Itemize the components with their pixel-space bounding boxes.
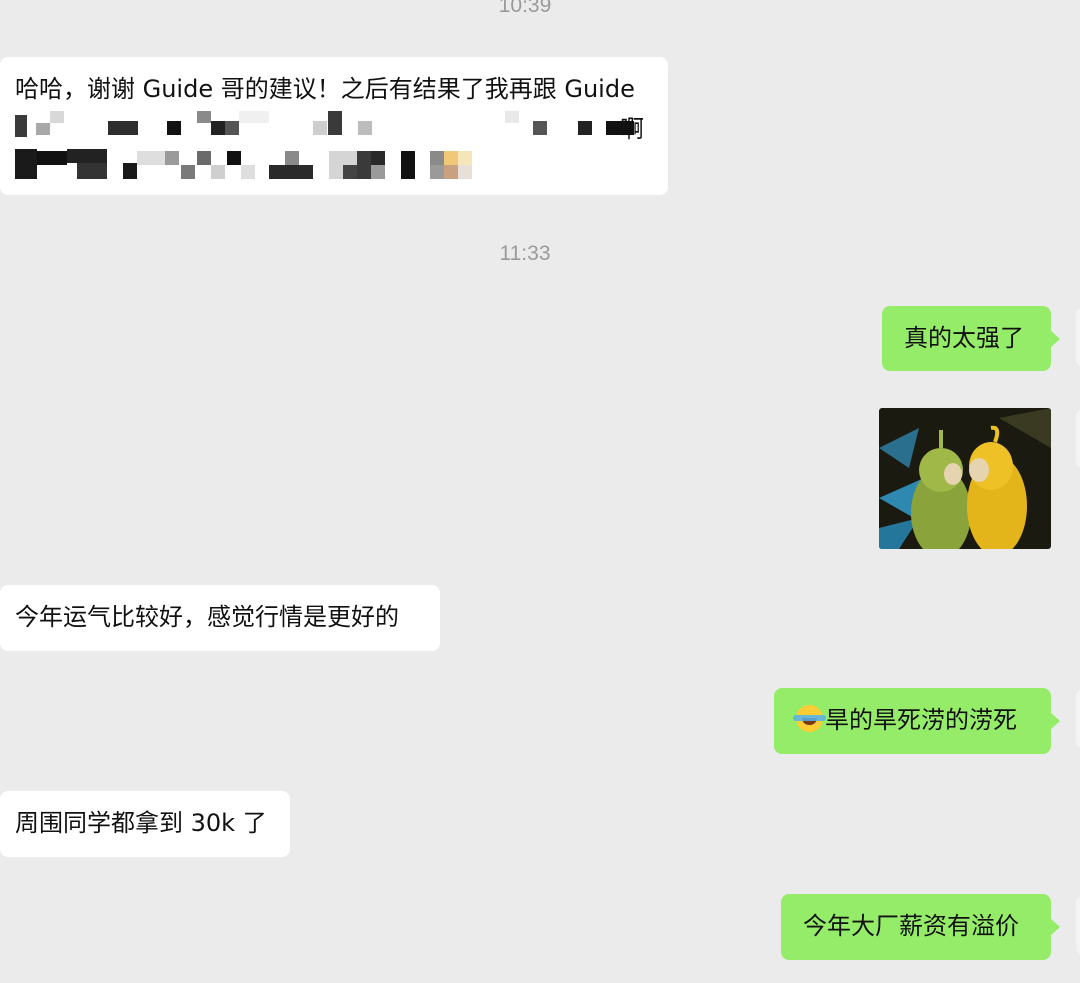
avatar[interactable]: [1076, 308, 1080, 366]
tears-of-joy-emoji: [793, 705, 826, 732]
pixelated-redaction: [0, 57, 668, 195]
message-bubble-sent[interactable]: 今年大厂薪资有溢价: [781, 894, 1060, 960]
avatar[interactable]: [1076, 410, 1080, 468]
message-text: 今年运气比较好，感觉行情是更好的: [15, 603, 399, 631]
avatar[interactable]: [1076, 896, 1080, 954]
message-text: 真的太强了: [904, 324, 1024, 352]
message-bubble-received[interactable]: 周围同学都拿到 30k 了: [0, 791, 290, 857]
message-bubble-received[interactable]: 今年运气比较好，感觉行情是更好的: [0, 585, 440, 651]
message-bubble-sent[interactable]: 真的太强了: [882, 306, 1060, 371]
message-text: 旱的旱死涝的涝死: [825, 706, 1017, 734]
message-bubble-received[interactable]: 哈哈，谢谢 Guide 哥的建议！之后有结果了我再跟 Guide 啊: [0, 57, 668, 195]
teletubbies-sticker[interactable]: [879, 408, 1051, 549]
timestamp: 11:33: [499, 242, 551, 265]
avatar[interactable]: [1076, 690, 1080, 748]
message-text: 今年大厂薪资有溢价: [803, 912, 1019, 940]
message-bubble-sent[interactable]: 旱的旱死涝的涝死: [774, 688, 1060, 754]
message-text: 周围同学都拿到 30k 了: [15, 809, 267, 837]
timestamp: 10:39: [498, 0, 552, 17]
